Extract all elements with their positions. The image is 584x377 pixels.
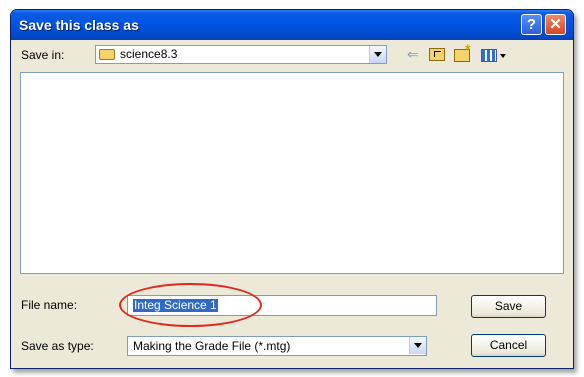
views-dropdown-arrow-icon[interactable] <box>500 54 506 58</box>
new-folder-icon[interactable] <box>454 41 470 62</box>
annotation-circle <box>119 283 262 327</box>
save-as-type-value: Making the Grade File (*.mtg) <box>133 339 291 353</box>
save-in-value: science8.3 <box>120 47 178 61</box>
chevron-down-icon[interactable] <box>409 337 426 354</box>
save-in-label: Save in: <box>21 48 65 62</box>
dialog-title: Save this class as <box>19 17 139 33</box>
save-button[interactable]: Save <box>471 295 546 318</box>
chevron-down-icon[interactable] <box>369 46 386 63</box>
file-name-label: File name: <box>21 298 78 312</box>
save-as-dialog: Save this class as ? ✕ Save in: science8… <box>10 9 574 369</box>
help-button[interactable]: ? <box>521 14 542 35</box>
save-as-type-dropdown[interactable]: Making the Grade File (*.mtg) <box>127 336 427 356</box>
folder-icon <box>99 49 115 60</box>
back-arrow-icon[interactable]: ⇐ <box>407 46 421 62</box>
close-button[interactable]: ✕ <box>545 14 566 35</box>
save-as-type-label: Save as type: <box>21 339 94 353</box>
title-bar[interactable]: Save this class as ? ✕ <box>11 10 573 40</box>
views-menu-icon[interactable] <box>481 49 497 62</box>
file-list[interactable] <box>20 72 564 274</box>
save-in-dropdown[interactable]: science8.3 <box>95 45 387 64</box>
up-one-level-icon[interactable] <box>429 48 445 61</box>
cancel-button[interactable]: Cancel <box>471 334 546 357</box>
